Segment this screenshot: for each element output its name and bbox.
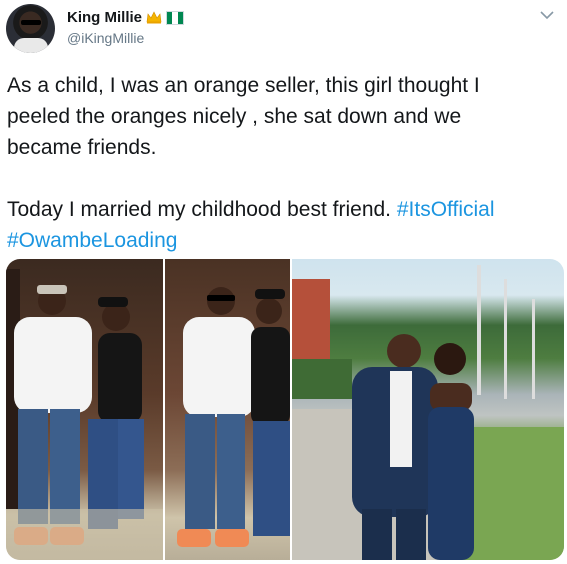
hashtag-owambeloading[interactable]: #OwambeLoading <box>7 229 177 252</box>
tweet-text: As a child, I was an orange seller, this… <box>7 70 559 256</box>
tweet-line: peeled the oranges nicely , she sat down… <box>7 105 462 128</box>
photo-1[interactable] <box>6 259 163 560</box>
couple-illustration <box>292 265 564 560</box>
crown-icon <box>146 11 162 24</box>
tweet-line-text: Today I married my childhood best friend… <box>7 198 397 221</box>
chevron-down-icon[interactable] <box>540 10 554 20</box>
tweet-header: King Millie @iKingMillie <box>0 0 567 62</box>
couple-illustration <box>6 269 163 560</box>
tweet-line: As a child, I was an orange seller, this… <box>7 74 480 97</box>
author-name-row: King Millie <box>67 9 184 26</box>
photo-3[interactable] <box>292 259 564 560</box>
tweet-line: Today I married my childhood best friend… <box>7 194 559 225</box>
avatar[interactable] <box>6 4 55 53</box>
tweet-media-grid <box>6 259 564 560</box>
hashtag-itsofficial[interactable]: #ItsOfficial <box>397 198 495 221</box>
nigeria-flag-icon <box>166 10 184 25</box>
tweet-line: #OwambeLoading <box>7 225 559 256</box>
tweet-line: became friends. <box>7 136 157 159</box>
photo-2[interactable] <box>165 259 290 560</box>
author-name[interactable]: King Millie <box>67 9 142 26</box>
author-handle[interactable]: @iKingMillie <box>67 30 144 46</box>
couple-illustration <box>177 287 290 547</box>
